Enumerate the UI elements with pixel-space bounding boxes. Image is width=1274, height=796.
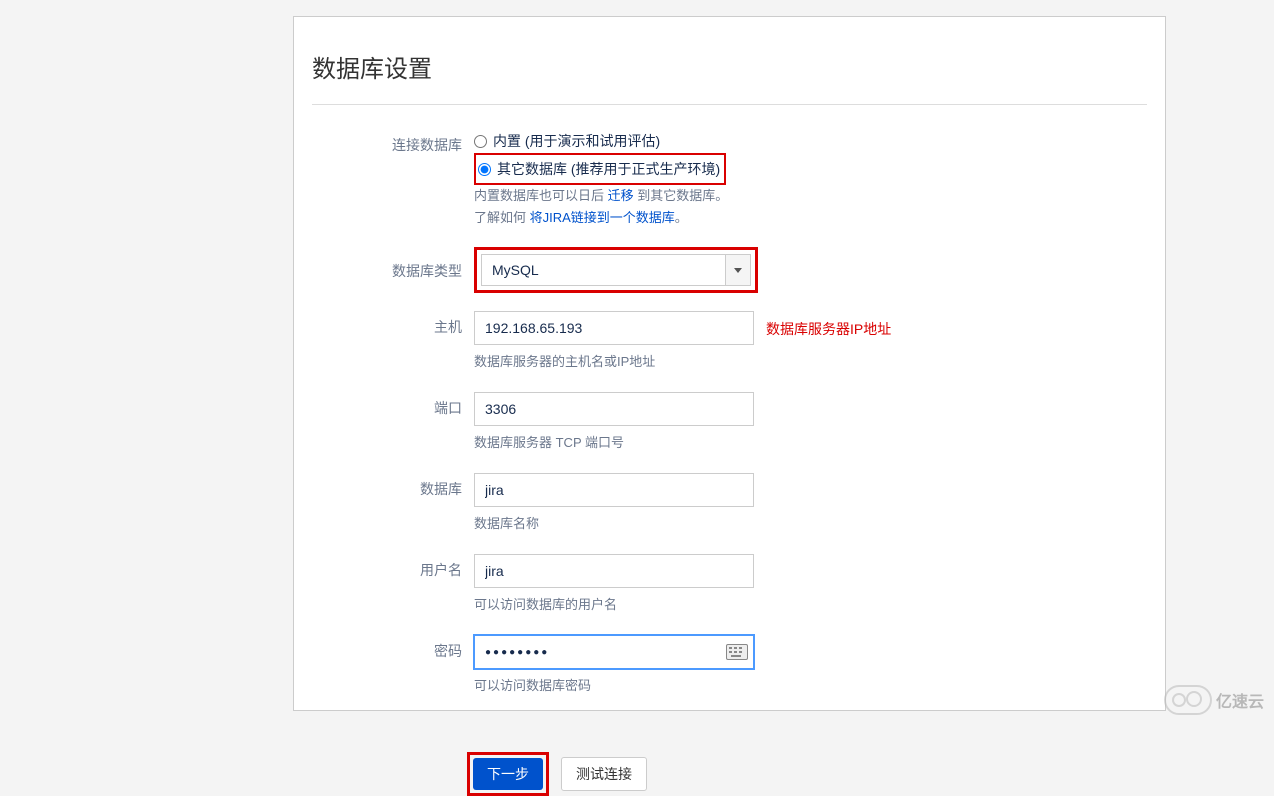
highlight-next: 下一步 bbox=[467, 752, 549, 796]
label-password: 密码 bbox=[312, 635, 474, 661]
field-port: 数据库服务器 TCP 端口号 bbox=[474, 392, 1147, 469]
help-text-part: 了解如何 bbox=[474, 210, 530, 225]
password-input[interactable] bbox=[474, 635, 754, 669]
keyboard-icon[interactable] bbox=[726, 644, 748, 660]
radio-other-input[interactable] bbox=[478, 163, 491, 176]
label-db-type: 数据库类型 bbox=[312, 247, 474, 281]
row-username: 用户名 可以访问数据库的用户名 bbox=[312, 554, 1147, 631]
help-text-part: 内置数据库也可以日后 bbox=[474, 188, 608, 203]
radio-builtin-label: 内置 (用于演示和试用评估) bbox=[493, 131, 660, 151]
connect-db-help: 内置数据库也可以日后 迁移 到其它数据库。 了解如何 将JIRA链接到一个数据库… bbox=[474, 185, 1147, 229]
row-host: 主机 数据库服务器IP地址 数据库服务器的主机名或IP地址 bbox=[312, 311, 1147, 388]
chevron-down-icon bbox=[734, 268, 742, 273]
row-port: 端口 数据库服务器 TCP 端口号 bbox=[312, 392, 1147, 469]
field-database: 数据库名称 bbox=[474, 473, 1147, 550]
link-connect-db-doc[interactable]: 将JIRA链接到一个数据库 bbox=[530, 210, 675, 225]
highlight-other-db: 其它数据库 (推荐用于正式生产环境) bbox=[474, 153, 726, 185]
test-connection-button[interactable]: 测试连接 bbox=[561, 757, 647, 791]
button-row: 下一步 测试连接 bbox=[467, 752, 1147, 796]
hint-host: 数据库服务器的主机名或IP地址 bbox=[474, 351, 1147, 370]
row-database: 数据库 数据库名称 bbox=[312, 473, 1147, 550]
field-connect-db: 内置 (用于演示和试用评估) 其它数据库 (推荐用于正式生产环境) 内置数据库也… bbox=[474, 129, 1147, 229]
next-button[interactable]: 下一步 bbox=[473, 758, 543, 790]
page-title: 数据库设置 bbox=[312, 49, 1147, 84]
radio-other[interactable]: 其它数据库 (推荐用于正式生产环境) bbox=[478, 157, 720, 181]
hint-username: 可以访问数据库的用户名 bbox=[474, 594, 1147, 613]
db-type-value: MySQL bbox=[482, 262, 725, 278]
database-input[interactable] bbox=[474, 473, 754, 507]
highlight-db-type: MySQL bbox=[474, 247, 758, 293]
settings-panel: 数据库设置 连接数据库 内置 (用于演示和试用评估) 其它数据库 (推荐用于正式… bbox=[293, 16, 1166, 711]
label-database: 数据库 bbox=[312, 473, 474, 499]
row-db-type: 数据库类型 MySQL bbox=[312, 247, 1147, 293]
watermark-text: 亿速云 bbox=[1216, 688, 1264, 712]
hint-port: 数据库服务器 TCP 端口号 bbox=[474, 432, 1147, 451]
row-password: 密码 可以访问数据库密码 bbox=[312, 635, 1147, 712]
radio-builtin[interactable]: 内置 (用于演示和试用评估) bbox=[474, 129, 1147, 153]
help-text-part: 。 bbox=[675, 210, 688, 225]
field-username: 可以访问数据库的用户名 bbox=[474, 554, 1147, 631]
password-wrap bbox=[474, 635, 754, 669]
annotation-host: 数据库服务器IP地址 bbox=[766, 319, 891, 339]
hint-database: 数据库名称 bbox=[474, 513, 1147, 532]
field-db-type: MySQL bbox=[474, 247, 1147, 293]
label-connect-db: 连接数据库 bbox=[312, 129, 474, 155]
label-username: 用户名 bbox=[312, 554, 474, 580]
db-type-dropdown-button[interactable] bbox=[725, 255, 750, 285]
radio-builtin-input[interactable] bbox=[474, 135, 487, 148]
field-host: 数据库服务器IP地址 数据库服务器的主机名或IP地址 bbox=[474, 311, 1147, 388]
label-port: 端口 bbox=[312, 392, 474, 418]
host-input[interactable] bbox=[474, 311, 754, 345]
label-host: 主机 bbox=[312, 311, 474, 337]
hint-password: 可以访问数据库密码 bbox=[474, 675, 1147, 694]
field-password: 可以访问数据库密码 bbox=[474, 635, 1147, 712]
divider bbox=[312, 104, 1147, 105]
row-connect-db: 连接数据库 内置 (用于演示和试用评估) 其它数据库 (推荐用于正式生产环境) … bbox=[312, 129, 1147, 229]
username-input[interactable] bbox=[474, 554, 754, 588]
radio-other-label: 其它数据库 (推荐用于正式生产环境) bbox=[497, 159, 720, 179]
link-migrate[interactable]: 迁移 bbox=[608, 188, 634, 203]
db-type-select[interactable]: MySQL bbox=[481, 254, 751, 286]
help-text-part: 到其它数据库。 bbox=[634, 188, 729, 203]
port-input[interactable] bbox=[474, 392, 754, 426]
